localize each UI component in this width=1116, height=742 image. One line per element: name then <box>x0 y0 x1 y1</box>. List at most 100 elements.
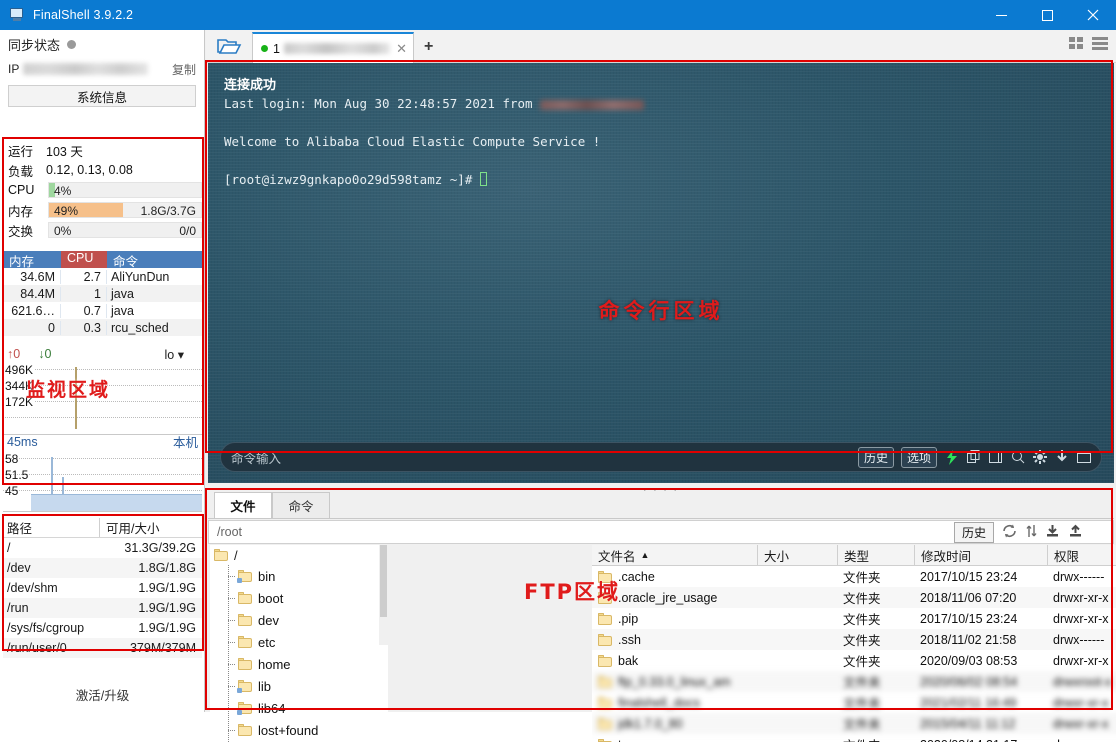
tree-node[interactable]: dev <box>210 609 388 631</box>
copy-icon[interactable] <box>966 450 981 465</box>
table-row[interactable]: .pip文件夹2017/10/15 23:24drwxr-xr-xroot/ro… <box>592 608 1116 629</box>
disk-path: /dev <box>3 561 99 575</box>
gear-icon[interactable] <box>1032 450 1047 465</box>
table-row[interactable]: .ssh文件夹2018/11/02 21:58drwx------root/ro… <box>592 629 1116 650</box>
process-cpu: 0.3 <box>61 321 107 335</box>
command-input-bar[interactable]: 命令输入 历史 选项 <box>220 442 1102 472</box>
open-folder-icon[interactable] <box>216 36 242 56</box>
disk-row[interactable]: /run1.9G/1.9G <box>3 598 202 618</box>
tree-node[interactable]: home <box>210 653 388 675</box>
process-row[interactable]: 00.3rcu_sched <box>3 319 202 336</box>
table-row[interactable]: tmp文件夹2020/08/14 21:17drwxr-xr-xroot/roo… <box>592 734 1116 742</box>
col-size[interactable]: 大小 <box>757 545 837 566</box>
table-row[interactable]: ftp_0.33.0_linux_am文件夹2020/06/02 08:54dr… <box>592 671 1116 692</box>
disk-row[interactable]: /sys/fs/cgroup1.9G/1.9G <box>3 618 202 638</box>
tab-files[interactable]: 文件 <box>214 492 272 519</box>
disk-avail: 1.9G/1.9G <box>99 601 202 615</box>
tree-node[interactable]: lib64 <box>210 697 388 719</box>
table-row[interactable]: jdk1.7.0_80文件夹2015/04/11 11:12drwxr-xr-x… <box>592 713 1116 734</box>
maximize-button[interactable] <box>1024 0 1070 30</box>
tree-scrollbar[interactable] <box>379 545 388 645</box>
download-icon[interactable] <box>1045 524 1060 541</box>
path-history-button[interactable]: 历史 <box>954 522 994 543</box>
col-permissions[interactable]: 权限 <box>1047 545 1116 566</box>
disk-row[interactable]: /dev1.8G/1.8G <box>3 558 202 578</box>
tree-node-root[interactable]: / <box>210 545 388 565</box>
lightning-icon[interactable] <box>944 450 959 465</box>
disk-row[interactable]: /run/user/0379M/379M <box>3 638 202 658</box>
process-row[interactable]: 34.6M2.7AliYunDun <box>3 268 202 285</box>
upload-icon[interactable] <box>1068 524 1083 541</box>
sync-status-indicator <box>67 40 76 49</box>
current-path[interactable]: /root <box>209 525 242 539</box>
tree-node[interactable]: boot <box>210 587 388 609</box>
process-cmd: java <box>107 287 202 301</box>
tree-node[interactable]: lib <box>210 675 388 697</box>
file-name: .oracle_jre_usage <box>618 591 717 605</box>
disk-avail: 379M/379M <box>99 641 202 655</box>
system-info-button[interactable]: 系统信息 <box>8 85 196 107</box>
network-interface-select[interactable]: lo ▾ <box>165 347 184 362</box>
remote-path-bar[interactable]: /root 历史 <box>208 520 1114 544</box>
copy-ip-button[interactable]: 复制 <box>172 61 196 78</box>
col-filename[interactable]: 文件名 ▲ <box>592 545 757 566</box>
sort-ascending-icon: ▲ <box>641 550 650 560</box>
close-icon[interactable] <box>1070 0 1116 30</box>
download-icon[interactable] <box>1054 450 1069 465</box>
folder-icon <box>238 570 252 582</box>
tab-close-icon[interactable]: ✕ <box>396 41 407 57</box>
disk-col-avail[interactable]: 可用/大小 <box>99 518 202 537</box>
hamburger-menu-icon[interactable] <box>1092 36 1108 53</box>
gauge-cpu: CPU 4% <box>3 180 202 200</box>
minimize-button[interactable] <box>978 0 1024 30</box>
gauge-swap: 交换 0% 0/0 <box>3 220 202 240</box>
disk-row[interactable]: /dev/shm1.9G/1.9G <box>3 578 202 598</box>
disk-row[interactable]: /31.3G/39.2G <box>3 538 202 558</box>
file-name: ftp_0.33.0_linux_am <box>618 675 731 689</box>
activate-upgrade-link[interactable]: 激活/升级 <box>0 685 205 704</box>
process-row[interactable]: 621.6…0.7java <box>3 302 202 319</box>
session-tab-1[interactable]: 1 ✕ <box>252 32 414 63</box>
gauge-memory-bar: 49% 1.8G/3.7G <box>48 202 202 218</box>
search-icon[interactable] <box>1010 450 1025 465</box>
grid-view-icon[interactable] <box>1069 36 1085 53</box>
terminal-line-connected: 连接成功 <box>224 77 276 92</box>
process-cmd: AliYunDun <box>107 270 202 284</box>
file-modified: 2021/02/11 16:49 <box>914 696 1047 710</box>
table-row[interactable]: finalshell_docs文件夹2021/02/11 16:49drwxr-… <box>592 692 1116 713</box>
process-col-cmd[interactable]: 命令 <box>107 251 202 268</box>
tree-node[interactable]: lost+found <box>210 719 388 741</box>
col-modified[interactable]: 修改时间 <box>914 545 1047 566</box>
process-row[interactable]: 84.4M1java <box>3 285 202 302</box>
disk-col-path[interactable]: 路径 <box>3 518 99 537</box>
process-col-mem[interactable]: 内存 <box>3 251 61 268</box>
history-button[interactable]: 历史 <box>858 447 894 468</box>
command-input-placeholder[interactable]: 命令输入 <box>231 448 281 467</box>
last-login-ip-redacted <box>540 100 644 110</box>
options-button[interactable]: 选项 <box>901 447 937 468</box>
terminal-output-area[interactable]: 连接成功 Last login: Mon Aug 30 22:48:57 202… <box>208 63 1114 483</box>
directory-tree[interactable]: / binbootdevetchomeliblib64lost+found <box>210 545 388 742</box>
upload-rate: ↑0 <box>7 347 20 361</box>
tree-node[interactable]: etc <box>210 631 388 653</box>
disk-avail: 31.3G/39.2G <box>99 541 202 555</box>
refresh-icon[interactable] <box>1002 524 1017 541</box>
file-permissions: drwxr-xr-x <box>1047 738 1116 742</box>
file-permissions: drwxr-xr-x <box>1047 717 1116 731</box>
remote-file-list[interactable]: 文件名 ▲ 大小 类型 修改时间 权限 用户/用户组 .cache文件夹2017… <box>592 545 1116 742</box>
table-row[interactable]: .oracle_jre_usage文件夹2018/11/06 07:20drwx… <box>592 587 1116 608</box>
paste-icon[interactable] <box>988 450 1003 465</box>
gauge-cpu-bar: 4% <box>48 182 202 198</box>
col-type[interactable]: 类型 <box>837 545 914 566</box>
add-tab-button[interactable]: + <box>424 38 433 56</box>
process-table-header: 内存 CPU 命令 <box>3 251 202 268</box>
file-type: 文件夹 <box>837 588 914 607</box>
sort-icon[interactable] <box>1025 524 1037 541</box>
window-icon[interactable] <box>1076 450 1091 465</box>
table-row[interactable]: .cache文件夹2017/10/15 23:24drwx------root/… <box>592 566 1116 587</box>
tab-commands[interactable]: 命令 <box>272 492 330 519</box>
table-row[interactable]: bak文件夹2020/09/03 08:53drwxr-xr-xroot/roo… <box>592 650 1116 671</box>
tree-node[interactable]: bin <box>210 565 388 587</box>
tab-hostname-redacted <box>284 43 390 54</box>
process-col-cpu[interactable]: CPU <box>61 251 107 268</box>
